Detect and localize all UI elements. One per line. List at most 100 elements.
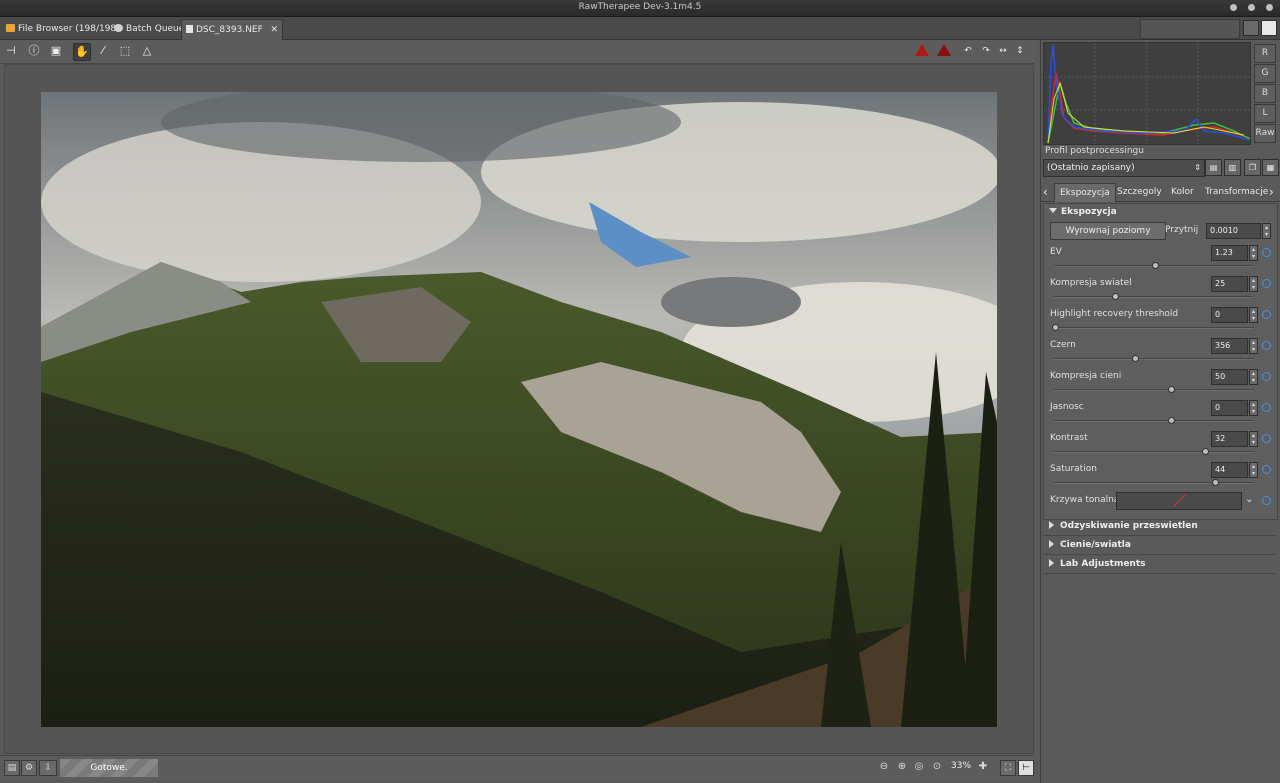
reset-shadow-compression-icon[interactable] <box>1262 372 1271 381</box>
before-after-icon[interactable]: ▣ <box>48 43 64 59</box>
histogram-green-toggle[interactable]: G <box>1254 64 1276 83</box>
zoom-out-icon[interactable]: ⊖ <box>878 761 890 773</box>
saturation-stepper[interactable]: ▴ ▾ <box>1249 462 1258 478</box>
tab-transform[interactable]: Transformacje <box>1200 183 1273 201</box>
highlight-recovery-threshold-input[interactable]: 0 <box>1211 307 1248 323</box>
tab-batch-queue[interactable]: Batch Queue <box>110 19 188 39</box>
highlight-clipping-warning-icon[interactable] <box>915 44 929 56</box>
shadow-compression-stepper[interactable]: ▴ ▾ <box>1249 369 1258 385</box>
black-stepper[interactable]: ▴ ▾ <box>1249 338 1258 354</box>
maximize-button[interactable] <box>1248 4 1255 11</box>
highlight-recovery-threshold-slider-track[interactable] <box>1054 327 1254 329</box>
copy-profile-icon[interactable]: ❐ <box>1244 159 1261 176</box>
shadow-compression-slider-track[interactable] <box>1054 389 1254 391</box>
reset-ev-icon[interactable] <box>1262 248 1271 257</box>
ev-slider-handle[interactable] <box>1152 262 1159 269</box>
contrast-slider-handle[interactable] <box>1202 448 1209 455</box>
info-icon[interactable]: ⓘ <box>26 43 42 59</box>
saturation-slider-track[interactable] <box>1054 482 1254 484</box>
white-balance-picker-icon[interactable]: ⁄ <box>95 43 111 59</box>
hide-panel-icon[interactable]: ⊢ <box>1018 760 1034 776</box>
brightness-slider-track[interactable] <box>1054 420 1254 422</box>
new-detail-window-icon[interactable]: ✚ <box>977 761 989 773</box>
image-viewer[interactable] <box>4 64 1034 754</box>
rotate-left-icon[interactable]: ↶ <box>960 43 976 59</box>
black-slider-handle[interactable] <box>1132 355 1139 362</box>
flip-vertical-icon[interactable]: ↕ <box>1012 43 1028 59</box>
fullscreen-toggle-button[interactable] <box>1243 20 1259 36</box>
tab-scroll-right-icon[interactable]: › <box>1269 183 1274 201</box>
auto-levels-button[interactable]: Wyrownaj poziomy <box>1050 222 1166 240</box>
histogram-raw-toggle[interactable]: Raw <box>1254 124 1276 143</box>
histogram-red-toggle[interactable]: R <box>1254 44 1276 63</box>
section-shadows-highlights[interactable]: Cienie/swiatla <box>1043 537 1276 555</box>
contrast-slider-track[interactable] <box>1054 451 1254 453</box>
histogram-blue-toggle[interactable]: B <box>1254 84 1276 103</box>
close-tab-icon[interactable]: ✕ <box>270 20 278 40</box>
histogram-luminance-toggle[interactable]: L <box>1254 104 1276 123</box>
tab-color[interactable]: Kolor <box>1166 183 1199 201</box>
single-tab-mode-button[interactable] <box>1261 20 1277 36</box>
tone-curve-selector[interactable] <box>1116 492 1242 510</box>
highlight-compression-input[interactable]: 25 <box>1211 276 1248 292</box>
profile-select-value: (Ostatnio zapisany) <box>1047 163 1135 173</box>
black-input[interactable]: 356 <box>1211 338 1248 354</box>
highlight-recovery-threshold-stepper[interactable]: ▴ ▾ <box>1249 307 1258 323</box>
reset-tone-curve-icon[interactable] <box>1262 496 1271 505</box>
highlight-compression-stepper[interactable]: ▴ ▾ <box>1249 276 1258 292</box>
reset-highlight-compression-icon[interactable] <box>1262 279 1271 288</box>
save-image-icon[interactable]: ⇩ <box>39 760 57 776</box>
ev-input[interactable]: 1.23 <box>1211 245 1248 261</box>
tab-file-browser[interactable]: File Browser (198/198) <box>2 19 124 39</box>
straighten-tool-icon[interactable]: △ <box>139 43 155 59</box>
brightness-stepper[interactable]: ▴ ▾ <box>1249 400 1258 416</box>
highlight-compression-slider-track[interactable] <box>1054 296 1254 298</box>
tab-exposure[interactable]: Ekspozycja <box>1054 183 1116 202</box>
settings-icon[interactable]: ⚙ <box>21 760 37 776</box>
fit-window-icon[interactable]: ⛶ <box>1000 760 1016 776</box>
queue-icon[interactable]: ▤ <box>4 760 20 776</box>
hide-history-icon[interactable]: ⊣ <box>3 43 19 59</box>
reset-highlight-recovery-threshold-icon[interactable] <box>1262 310 1271 319</box>
highlight-recovery-threshold-slider-handle[interactable] <box>1052 324 1059 331</box>
tab-details[interactable]: Szczegoly <box>1112 183 1167 201</box>
histogram-graph <box>1044 43 1251 144</box>
saturation-slider-handle[interactable] <box>1212 479 1219 486</box>
exposure-section-header[interactable]: Ekspozycja <box>1049 207 1117 217</box>
highlight-compression-slider-handle[interactable] <box>1112 293 1119 300</box>
reset-black-icon[interactable] <box>1262 341 1271 350</box>
zoom-in-icon[interactable]: ⊕ <box>896 761 908 773</box>
black-slider-track[interactable] <box>1054 358 1254 360</box>
brightness-slider-handle[interactable] <box>1168 417 1175 424</box>
load-profile-icon[interactable]: ▤ <box>1205 159 1222 176</box>
shadow-clipping-warning-icon[interactable] <box>937 44 951 56</box>
clip-stepper[interactable]: ▴ ▾ <box>1262 223 1271 239</box>
rotate-right-icon[interactable]: ↷ <box>978 43 994 59</box>
section-lab-adjustments[interactable]: Lab Adjustments <box>1043 556 1276 574</box>
minimize-button[interactable] <box>1230 4 1237 11</box>
section-highlight-recovery[interactable]: Odzyskiwanie przeswietlen <box>1043 518 1276 536</box>
zoom-100-icon[interactable]: ⊙ <box>931 761 943 773</box>
tab-scroll-left-icon[interactable]: ‹ <box>1043 183 1048 201</box>
close-button[interactable] <box>1266 4 1273 11</box>
profile-select[interactable]: (Ostatnio zapisany) ⇕ <box>1043 159 1205 177</box>
saturation-input[interactable]: 44 <box>1211 462 1248 478</box>
contrast-input[interactable]: 32 <box>1211 431 1248 447</box>
reset-contrast-icon[interactable] <box>1262 434 1271 443</box>
reset-saturation-icon[interactable] <box>1262 465 1271 474</box>
flip-horizontal-icon[interactable]: ↔ <box>995 43 1011 59</box>
tone-curve-dropdown-icon[interactable]: ⌄ <box>1245 494 1253 505</box>
hand-tool-icon[interactable]: ✋ <box>73 43 91 61</box>
ev-stepper[interactable]: ▴ ▾ <box>1249 245 1258 261</box>
shadow-compression-slider-handle[interactable] <box>1168 386 1175 393</box>
shadow-compression-input[interactable]: 50 <box>1211 369 1248 385</box>
clip-input[interactable]: 0.0010 <box>1206 223 1261 239</box>
zoom-fit-icon[interactable]: ◎ <box>913 761 925 773</box>
reset-brightness-icon[interactable] <box>1262 403 1271 412</box>
save-profile-icon[interactable]: ▥ <box>1224 159 1241 176</box>
contrast-stepper[interactable]: ▴ ▾ <box>1249 431 1258 447</box>
paste-profile-icon[interactable]: ▦ <box>1262 159 1279 176</box>
crop-tool-icon[interactable]: ⬚ <box>117 43 133 59</box>
brightness-input[interactable]: 0 <box>1211 400 1248 416</box>
tab-editor-image[interactable]: DSC_8393.NEF ✕ <box>181 19 283 40</box>
